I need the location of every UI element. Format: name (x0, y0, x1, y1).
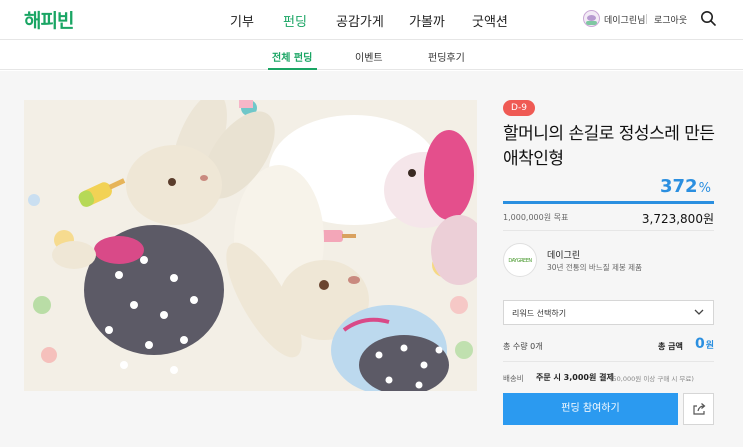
maker-description: 30년 전통의 바느질 제봉 제품 (547, 263, 642, 272)
dday-badge: D-9 (503, 100, 535, 116)
nav-item-funding[interactable]: 펀딩 (283, 11, 307, 30)
total-amount-label: 총 금액 (658, 342, 683, 351)
raised-amount: 3,723,800원 (641, 212, 714, 226)
nav-item-donation[interactable]: 기부 (230, 11, 254, 30)
logout-link[interactable]: 로그아웃 (654, 13, 687, 26)
nav-item-shop[interactable]: 공감가게 (336, 11, 384, 30)
project-main-image (24, 100, 477, 391)
funding-subtabs: 전체 펀딩 이벤트 펀딩후기 (0, 40, 743, 70)
nav-item-good-action[interactable]: 굿액션 (472, 11, 508, 30)
reward-select-label: 리워드 선택하기 (512, 309, 567, 318)
maker-logo[interactable]: DAYGREEN (503, 243, 537, 277)
plush-toys-photo (24, 100, 477, 391)
goal-amount: 1,000,000원 목표 (503, 213, 569, 222)
section-divider (503, 230, 714, 231)
share-icon (693, 403, 706, 415)
user-avatar[interactable] (583, 10, 600, 27)
total-amount-unit: 원 (705, 341, 715, 351)
shipping-note: (50,000원 이상 구매 시 무료) (610, 375, 694, 383)
section-divider (503, 361, 714, 362)
percent-value: 372 (660, 176, 698, 197)
nav-item-trip[interactable]: 가볼까 (409, 11, 445, 30)
shipping-label: 배송비 (503, 374, 524, 383)
tab-all-funding[interactable]: 전체 펀딩 (272, 49, 312, 64)
active-tab-indicator (268, 68, 317, 70)
funding-percent: 372% (660, 176, 711, 197)
funding-progress-bar (503, 201, 714, 204)
project-title: 할머니의 손길로 정성스레 만든 애착인형 (503, 124, 715, 169)
total-quantity: 총 수량 0개 (503, 342, 543, 351)
top-navigation: 해피빈 기부 펀딩 공감가게 가볼까 굿액션 데이그린님 로그아웃 (0, 0, 743, 40)
percent-sign: % (698, 181, 711, 196)
tab-events[interactable]: 이벤트 (355, 49, 383, 64)
chevron-down-icon (694, 309, 704, 315)
join-funding-button[interactable]: 펀딩 참여하기 (503, 393, 678, 425)
search-icon[interactable] (700, 10, 716, 26)
user-name[interactable]: 데이그린님 (604, 13, 645, 26)
shipping-fee: 주문 시 3,000원 결제 (536, 373, 614, 382)
share-button[interactable] (683, 393, 714, 425)
tab-reviews[interactable]: 펀딩후기 (428, 49, 465, 64)
header-divider (646, 14, 647, 24)
happybean-logo[interactable]: 해피빈 (24, 6, 74, 33)
total-amount: 0원 (695, 336, 714, 352)
maker-name[interactable]: 데이그린 (547, 248, 580, 261)
total-amount-value: 0 (695, 336, 705, 352)
reward-select-dropdown[interactable]: 리워드 선택하기 (503, 300, 714, 325)
